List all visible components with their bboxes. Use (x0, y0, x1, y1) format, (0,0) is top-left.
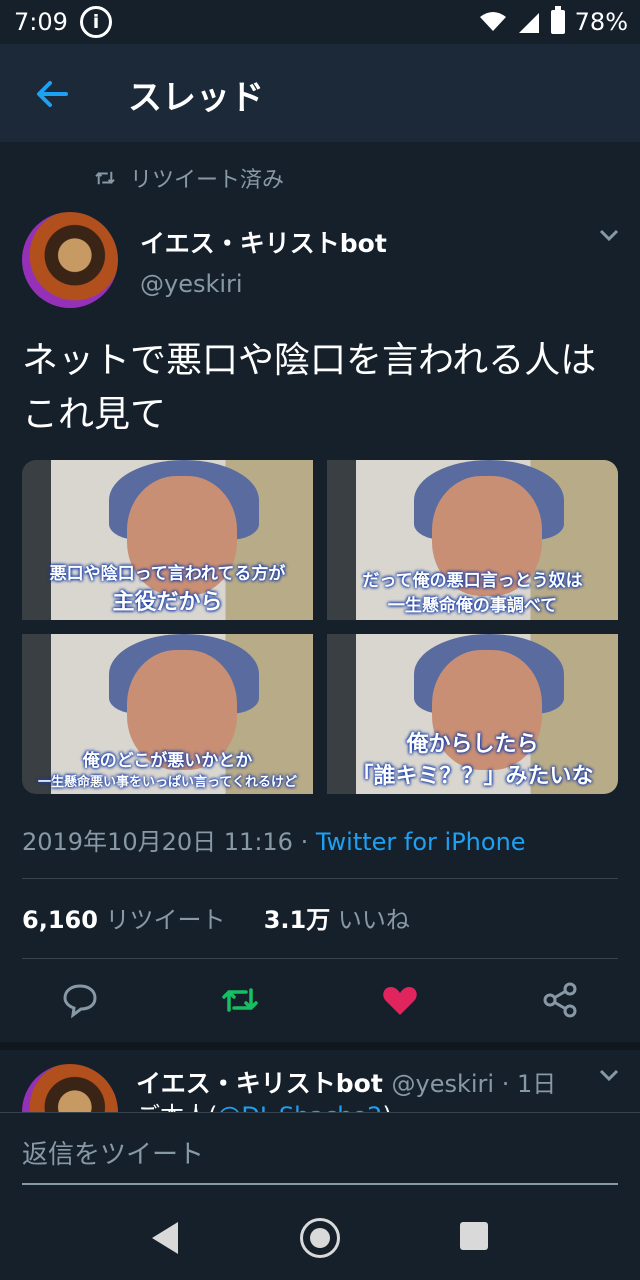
retweeted-indicator: リツイート済み (94, 162, 284, 194)
reply-author-handle[interactable]: @yeskiri (392, 1070, 495, 1098)
caption-line-2: 一生懸命悪い事をいっぱい言ってくれるけど (38, 775, 297, 790)
page-title: スレッド (128, 78, 264, 118)
nav-back-icon[interactable] (152, 1222, 178, 1254)
tweet-image-1[interactable]: 悪口や陰口って言われてる方が 主役だから (22, 460, 313, 620)
caption-line-2: 一生懸命俺の事調べて (387, 596, 558, 616)
like-stat-label: いいね (330, 906, 410, 934)
retweet-button-icon[interactable] (220, 980, 260, 1020)
like-count: 3.1万 (263, 906, 331, 934)
chevron-down-icon[interactable] (598, 1068, 620, 1082)
tweet-media-grid: 悪口や陰口って言われてる方が 主役だから だって俺の悪口言っとう奴は 一生懸命俺… (22, 460, 618, 794)
wifi-icon (479, 12, 506, 31)
meta-separator: · (292, 828, 316, 856)
caption-line-1: 悪口や陰口って言われてる方が (49, 564, 286, 584)
like-heart-icon[interactable] (380, 980, 420, 1020)
image-caption: 俺のどこが悪いかとか 一生懸命悪い事をいっぱい言ってくれるけど (22, 746, 313, 790)
tweet-timestamp: 2019年10月20日 11:16 (22, 828, 293, 856)
chevron-down-icon[interactable] (598, 228, 620, 242)
retweeted-label: リツイート済み (130, 168, 285, 193)
nav-recents-icon[interactable] (460, 1222, 488, 1250)
signal-icon (518, 13, 539, 33)
back-arrow-icon[interactable] (32, 74, 72, 114)
image-caption: だって俺の悪口言っとう奴は 一生懸命俺の事調べて (327, 566, 618, 616)
reply-author-name[interactable]: イエス・キリストbot (136, 1069, 383, 1098)
status-time: 7:09 (14, 8, 68, 36)
retweet-icon (95, 171, 115, 185)
tweet-source-link[interactable]: Twitter for iPhone (316, 828, 526, 856)
app-header: スレッド (0, 44, 640, 142)
tweet-image-4[interactable]: 俺からしたら 「誰キミ？？」みたいな (327, 634, 618, 794)
like-stat[interactable]: 3.1万 いいね (264, 906, 410, 934)
nav-home-icon[interactable] (300, 1218, 340, 1258)
battery-percent: 78% (574, 8, 628, 36)
info-icon: i (80, 6, 112, 38)
caption-line-2: 「誰キミ？？」みたいな (351, 764, 594, 789)
section-separator (0, 1042, 640, 1050)
tweet-meta: 2019年10月20日 11:16 · Twitter for iPhone (22, 822, 526, 857)
tweet-stats: 6,160 リツイート 3.1万 いいね (22, 900, 410, 935)
tweet-text: ネットで悪口や陰口を言われる人はこれ見て (22, 340, 597, 435)
divider (22, 878, 618, 879)
reply-header: イエス・キリストbot @yeskiri · 1日 (136, 1064, 556, 1100)
reply-age: · 1日 (494, 1070, 557, 1098)
image-caption: 俺からしたら 「誰キミ？？」みたいな (327, 726, 618, 790)
status-bar: 7:09 i 78% (0, 0, 640, 44)
reply-input[interactable]: 返信をツイート (22, 1133, 618, 1185)
battery-icon (550, 6, 565, 34)
status-right: 78% (479, 6, 628, 36)
retweet-stat[interactable]: 6,160 リツイート (22, 906, 226, 934)
caption-line-1: 俺からしたら (406, 732, 539, 757)
reply-compose-bar: 返信をツイート (0, 1112, 640, 1195)
divider (22, 958, 618, 959)
author-name[interactable]: イエス・キリストbot (140, 224, 387, 260)
caption-line-1: 俺のどこが悪いかとか (82, 751, 253, 771)
avatar[interactable] (22, 212, 118, 308)
image-caption: 悪口や陰口って言われてる方が 主役だから (22, 559, 313, 616)
author-handle[interactable]: @yeskiri (140, 270, 243, 298)
caption-line-2: 主役だから (112, 590, 223, 615)
system-nav-bar (0, 1194, 640, 1280)
caption-line-1: だって俺の悪口言っとう奴は (362, 571, 583, 591)
share-icon[interactable] (540, 980, 580, 1020)
tweet-actions (0, 972, 640, 1028)
retweet-count: 6,160 (22, 906, 98, 934)
retweet-stat-label: リツイート (97, 906, 226, 934)
tweet-image-2[interactable]: だって俺の悪口言っとう奴は 一生懸命俺の事調べて (327, 460, 618, 620)
reply-icon[interactable] (60, 980, 100, 1020)
tweet-image-3[interactable]: 俺のどこが悪いかとか 一生懸命悪い事をいっぱい言ってくれるけど (22, 634, 313, 794)
